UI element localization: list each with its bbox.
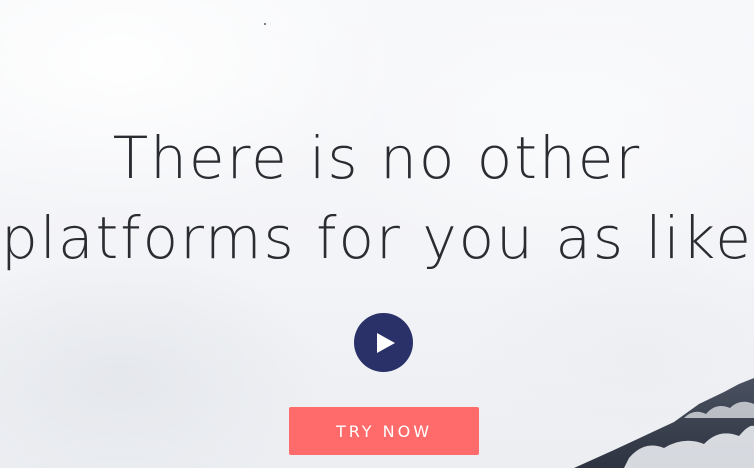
play-video-button[interactable] [354,313,413,372]
mountain-background [574,378,754,468]
try-now-button[interactable]: TRY NOW [289,407,479,455]
hero-headline: There is no other platforms for you as l… [0,118,754,278]
headline-line-1: There is no other [112,124,642,192]
bird-speck [264,23,266,25]
headline-line-2: platforms for you as like [1,204,753,272]
play-icon [376,332,395,353]
hero-section: There is no other platforms for you as l… [0,0,754,468]
